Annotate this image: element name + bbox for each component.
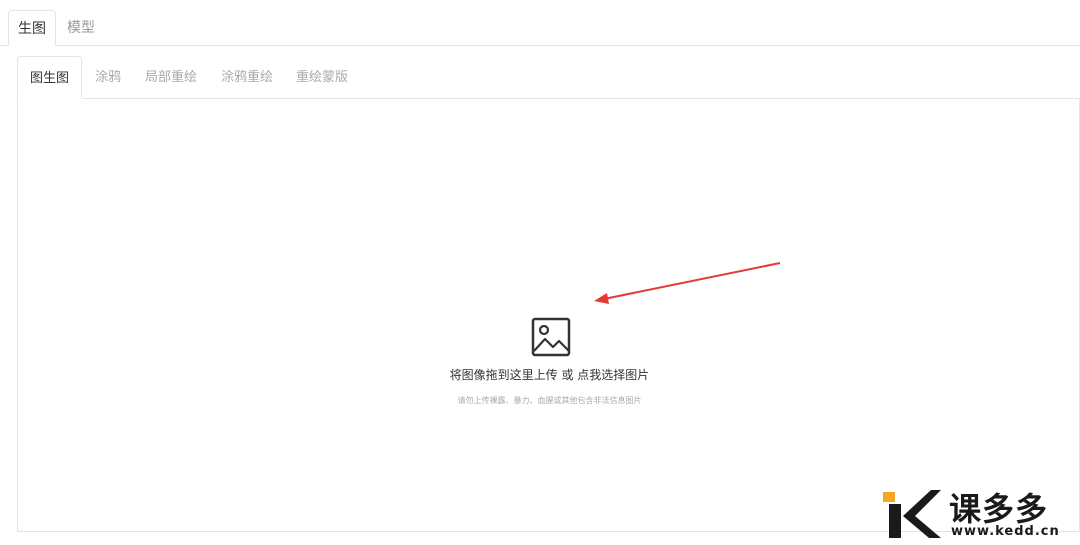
upload-instruction: 将图像拖到这里上传 或 点我选择图片 (449, 368, 650, 382)
tab-img2img[interactable]: 图生图 (17, 56, 82, 99)
tab-sketch[interactable]: 涂鸦 (95, 56, 121, 99)
main-tab-bar: 生图 模型 (0, 0, 1080, 46)
sub-tab-bar: 图生图 涂鸦 局部重绘 涂鸦重绘 重绘蒙版 (17, 56, 1080, 99)
upload-warning: 请勿上传裸露、暴力、血腥或其他包含非法信息图片 (457, 396, 642, 405)
image-icon (531, 317, 571, 357)
img2img-panel: 图生图 涂鸦 局部重绘 涂鸦重绘 重绘蒙版 将图像拖到这里上传 或 点我选择图片… (17, 56, 1080, 532)
watermark-url: www.kedd.cn (951, 524, 1060, 539)
tab-inpaint[interactable]: 局部重绘 (145, 56, 197, 99)
image-upload-dropzone[interactable]: 将图像拖到这里上传 或 点我选择图片 请勿上传裸露、暴力、血腥或其他包含非法信息… (17, 98, 1080, 532)
tab-generate[interactable]: 生图 (8, 10, 56, 46)
tab-inpaint-upload[interactable]: 重绘蒙版 (296, 56, 348, 99)
tab-inpaint-sketch[interactable]: 涂鸦重绘 (221, 56, 273, 99)
tab-models[interactable]: 模型 (67, 10, 95, 46)
tab-bar-divider (0, 45, 1080, 46)
brand-watermark: 课多多 www.kedd.cn (879, 484, 1079, 544)
kedd-logo-icon (883, 490, 941, 538)
